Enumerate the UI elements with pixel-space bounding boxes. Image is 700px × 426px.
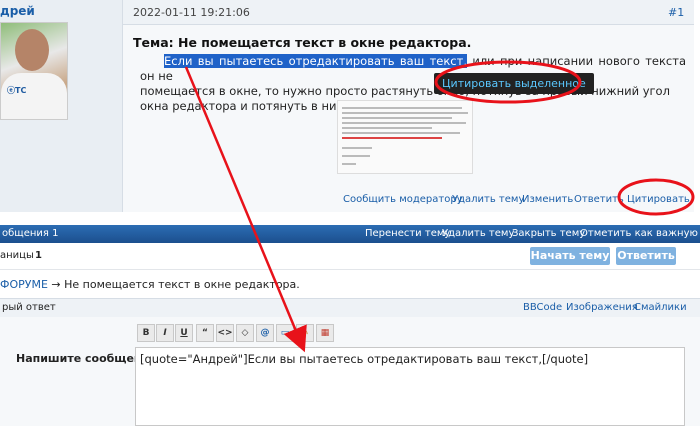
annotation-circle-quote [617,178,695,216]
annotation-overlay [184,60,695,353]
annotation-arrow [184,66,307,353]
annotation-circle-tooltip [434,60,582,104]
